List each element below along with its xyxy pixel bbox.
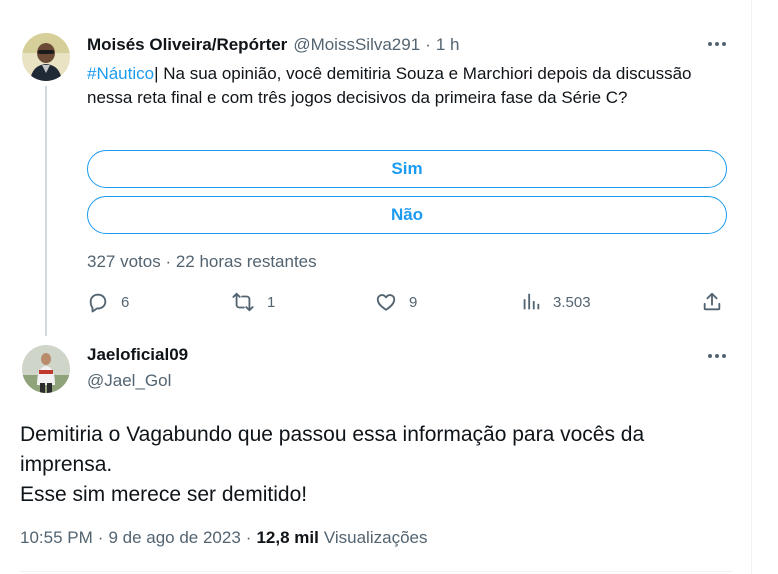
reply-icon: [87, 291, 109, 313]
retweet-count: 1: [267, 293, 276, 311]
poll-option-nao[interactable]: Não: [87, 196, 727, 234]
hashtag-link[interactable]: #Náutico: [87, 64, 154, 83]
like-button[interactable]: 9: [375, 289, 417, 315]
more-icon[interactable]: [706, 34, 728, 54]
views-button[interactable]: 3.503: [521, 289, 591, 315]
views-icon: [521, 291, 541, 313]
tweet-time[interactable]: 1 h: [436, 35, 460, 55]
tweet-text-body: | Na sua opinião, você demitiria Souza e…: [87, 64, 692, 107]
reply-count: 6: [121, 293, 130, 311]
action-bar: 6 1 9 3.503: [0, 289, 752, 315]
tweet-text-line: Esse sim merece ser demitido!: [20, 483, 308, 506]
tweet-date[interactable]: 9 de ago de 2023: [108, 528, 240, 548]
views-count: 3.503: [553, 293, 591, 311]
meta-separator: ·: [245, 528, 252, 547]
tweet-text: #Náutico| Na sua opinião, você demitiria…: [87, 62, 727, 110]
divider: [20, 571, 732, 572]
author-handle[interactable]: @MoissSilva291: [293, 35, 420, 55]
share-icon: [701, 291, 723, 313]
poll-option-sim[interactable]: Sim: [87, 150, 727, 188]
avatar[interactable]: [22, 33, 70, 81]
tweet-text-line: imprensa.: [20, 453, 113, 476]
tweet-meta: 10:55 PM · 9 de ago de 2023 · 12,8 mil V…: [20, 528, 427, 548]
retweet-button[interactable]: 1: [231, 289, 275, 315]
views-label: Visualizações: [323, 528, 428, 547]
more-icon[interactable]: [706, 346, 728, 366]
retweet-icon: [231, 291, 255, 313]
share-button[interactable]: [701, 289, 723, 315]
views-count: 12,8 mil: [256, 528, 319, 547]
meta-separator: ·: [97, 528, 104, 547]
like-count: 9: [409, 293, 418, 311]
tweet-text-line: Demitiria o Vagabundo que passou essa in…: [20, 423, 645, 446]
tweet-header: Moisés Oliveira/Repórter @MoissSilva291 …: [87, 34, 460, 56]
poll-meta: 327 votos · 22 horas restantes: [87, 252, 317, 271]
author-handle[interactable]: @Jael_Gol: [87, 371, 171, 391]
tweet-time[interactable]: 10:55 PM: [20, 528, 93, 548]
meta-separator: ·: [425, 35, 431, 54]
like-icon: [375, 291, 397, 313]
author-name[interactable]: Jaeloficial09: [87, 345, 188, 365]
tweet-text: Demitiria o Vagabundo que passou essa in…: [20, 420, 720, 510]
avatar[interactable]: [22, 345, 70, 393]
reply-button[interactable]: 6: [87, 289, 129, 315]
author-name[interactable]: Moisés Oliveira/Repórter: [87, 35, 287, 55]
tweet-thread: Moisés Oliveira/Repórter @MoissSilva291 …: [0, 0, 752, 574]
